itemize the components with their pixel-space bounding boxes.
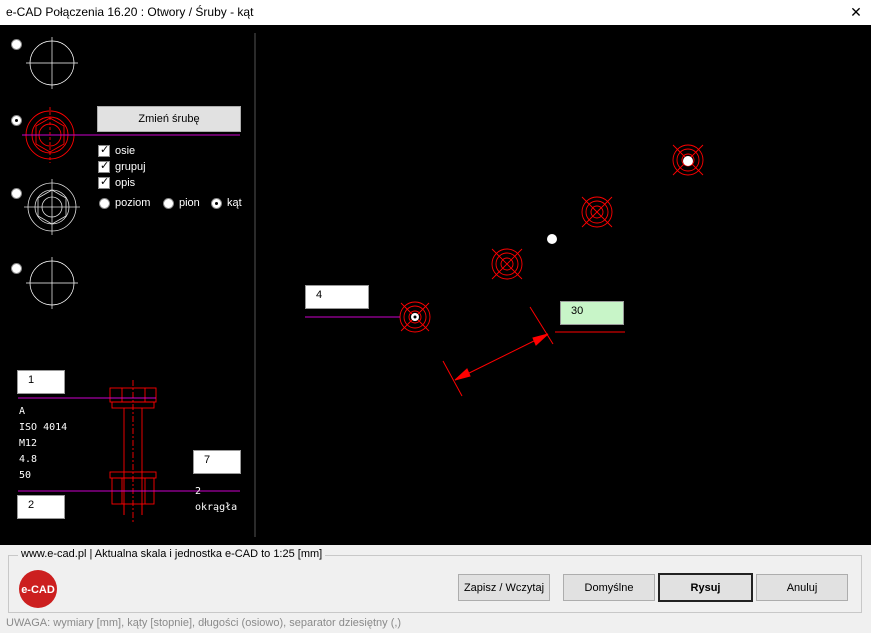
cad-canvas: Zmień śrubę osie grupuj opis poziom pion… [0, 25, 871, 545]
bolt-top-field[interactable]: 1 [17, 370, 65, 394]
cancel-button[interactable]: Anuluj [756, 574, 848, 601]
draw-button[interactable]: Rysuj [658, 573, 753, 602]
horizontal-label: poziom [115, 197, 151, 209]
end-point-marker [683, 156, 693, 166]
horizontal-radio[interactable] [99, 198, 110, 209]
axes-checkbox[interactable] [98, 143, 110, 157]
vertical-radio[interactable] [163, 198, 174, 209]
angle-field[interactable]: 30 [560, 301, 624, 325]
bolt-bottom-field[interactable]: 2 [17, 495, 65, 519]
description-label: opis [115, 177, 136, 189]
vertical-label: pion [179, 197, 200, 209]
variant-radio-3[interactable] [11, 188, 22, 199]
bolt-description: A ISO 4014 M12 4.8 50 [19, 406, 68, 481]
angle-radio[interactable] [211, 198, 222, 209]
bolt-marker-3 [581, 196, 613, 228]
bolt-marker-2 [491, 248, 523, 280]
variant-bolt-preview-3[interactable] [24, 179, 80, 235]
scale-info-label: www.e-cad.pl | Aktualna skala i jednostk… [18, 548, 326, 560]
group-checkbox[interactable] [98, 159, 110, 173]
e-cad-logo: e-CAD [19, 570, 57, 608]
variant-radio-4[interactable] [11, 263, 22, 274]
variant-radio-1[interactable] [11, 39, 22, 50]
midpoint-marker [547, 234, 557, 244]
save-load-button[interactable]: Zapisz / Wczytaj [458, 574, 550, 601]
window-title: e-CAD Połączenia 16.20 : Otwory / Śruby … [6, 5, 254, 19]
canvas-graphics [18, 33, 704, 537]
close-icon: ✕ [850, 4, 862, 21]
bolt-right-field[interactable]: 7 [193, 450, 241, 474]
title-bar: e-CAD Połączenia 16.20 : Otwory / Śruby … [0, 0, 871, 25]
variant-radio-2[interactable] [11, 115, 22, 126]
axes-label: osie [115, 145, 136, 157]
defaults-button[interactable]: Domyślne [563, 574, 655, 601]
variant-hole-preview-1[interactable] [26, 37, 78, 89]
washer-info: 2 okrągła [195, 486, 238, 513]
logo-text: e-CAD [21, 584, 55, 596]
angle-label: kąt [227, 197, 242, 209]
bolt-count-field[interactable]: 4 [305, 285, 369, 309]
group-label: grupuj [115, 161, 146, 173]
units-note: UWAGA: wymiary [mm], kąty [stopnie], dłu… [6, 617, 402, 629]
description-checkbox[interactable] [98, 175, 110, 189]
base-point-center [413, 315, 417, 319]
change-bolt-button[interactable]: Zmień śrubę [97, 106, 241, 132]
close-button[interactable]: ✕ [841, 0, 871, 25]
variant-hole-preview-4[interactable] [26, 257, 78, 309]
